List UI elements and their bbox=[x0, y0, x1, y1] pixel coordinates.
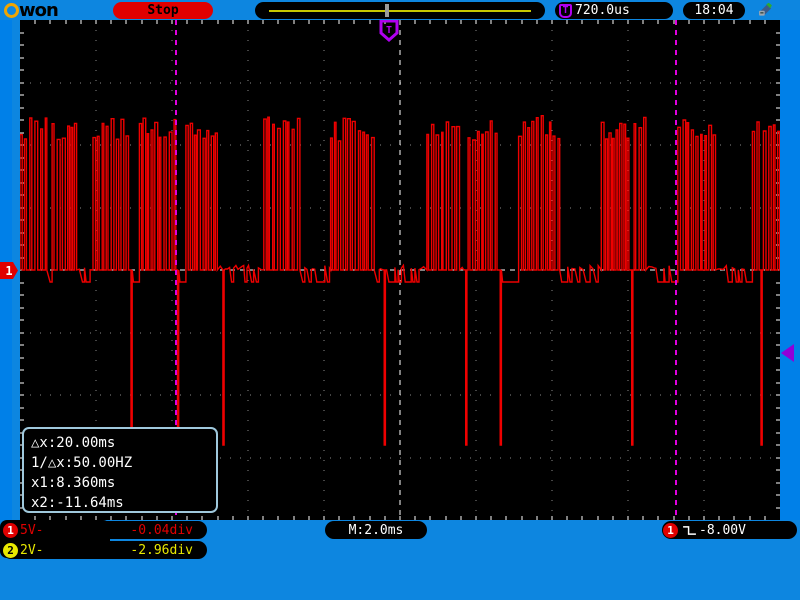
channel1-scale: 5V- bbox=[20, 522, 44, 538]
oscilloscope-screen: won Stop T 720.0us 18:04 1 T △x:20.00ms … bbox=[0, 0, 800, 600]
channel2-scale: 2V- bbox=[20, 542, 44, 558]
horizontal-position-value: 720.0us bbox=[575, 3, 630, 18]
usb-storage-icon[interactable] bbox=[757, 2, 774, 18]
logo-text: won bbox=[19, 0, 59, 21]
run-status-indicator[interactable]: Stop bbox=[113, 2, 213, 19]
channel2-offset: -2.96div bbox=[130, 542, 193, 558]
trigger-level-value: -8.00V bbox=[699, 522, 746, 538]
horizontal-position-readout: T 720.0us bbox=[555, 2, 673, 19]
horizontal-position-slider[interactable] bbox=[255, 2, 545, 19]
cursor-measurement-box: △x:20.00ms 1/△x:50.00HZ x1:8.360ms x2:-1… bbox=[22, 427, 218, 513]
channel1-offset: -0.04div bbox=[130, 522, 193, 538]
trigger-position-marker[interactable]: T bbox=[378, 20, 400, 42]
clock-readout: 18:04 bbox=[683, 2, 745, 19]
trigger-badge-icon: T bbox=[559, 3, 572, 18]
top-status-bar: won Stop T 720.0us 18:04 bbox=[0, 0, 800, 20]
measure-x1: x1:8.360ms bbox=[31, 475, 116, 491]
svg-text:T: T bbox=[386, 25, 392, 36]
cursor-x2-line[interactable] bbox=[675, 20, 677, 520]
position-track bbox=[269, 10, 531, 12]
logo-o-ring bbox=[4, 2, 19, 18]
trigger-level-arrow-icon[interactable] bbox=[781, 344, 794, 362]
trigger-status[interactable]: 1 -8.00V bbox=[662, 521, 797, 539]
timebase-readout[interactable]: M:2.0ms bbox=[325, 521, 427, 539]
channel2-status[interactable]: 2 2V- -2.96div bbox=[2, 541, 207, 559]
falling-edge-icon bbox=[683, 525, 696, 535]
trigger-source-badge: 1 bbox=[663, 522, 678, 538]
position-handle[interactable] bbox=[385, 4, 389, 17]
owon-logo-icon: won bbox=[4, 0, 59, 21]
measure-x2: x2:-11.64ms bbox=[31, 495, 124, 511]
bottom-status-bar: 1 5V- -0.04div 2 2V- -2.96div (250KS/s) … bbox=[0, 520, 800, 600]
channel1-status[interactable]: 1 5V- -0.04div bbox=[2, 521, 207, 539]
channel1-badge: 1 bbox=[3, 522, 18, 538]
measure-delta-x: △x:20.00ms bbox=[31, 435, 116, 451]
measure-frequency: 1/△x:50.00HZ bbox=[31, 455, 133, 471]
channel2-badge: 2 bbox=[3, 542, 18, 558]
